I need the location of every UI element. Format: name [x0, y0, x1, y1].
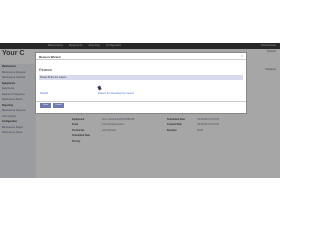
reason-label: Reason — [39, 68, 53, 72]
mouse-cursor-icon — [97, 85, 102, 91]
dialog-header: Reason Wizard × — [36, 53, 246, 60]
page-bottom — [0, 178, 280, 220]
reason-wizard-dialog: Reason Wizard × Reason Discard Reason fo… — [35, 52, 247, 114]
dialog-footer-divider — [36, 101, 246, 102]
reason-tooltip: Reason for cancelling the request — [98, 92, 134, 95]
dialog-title: Reason Wizard — [39, 54, 61, 59]
done-button[interactable]: Done — [40, 103, 51, 108]
close-icon[interactable]: × — [241, 54, 243, 58]
reason-input[interactable] — [39, 75, 243, 80]
cancel-button[interactable]: Cancel — [53, 103, 64, 108]
discard-link[interactable]: Discard — [40, 92, 48, 95]
